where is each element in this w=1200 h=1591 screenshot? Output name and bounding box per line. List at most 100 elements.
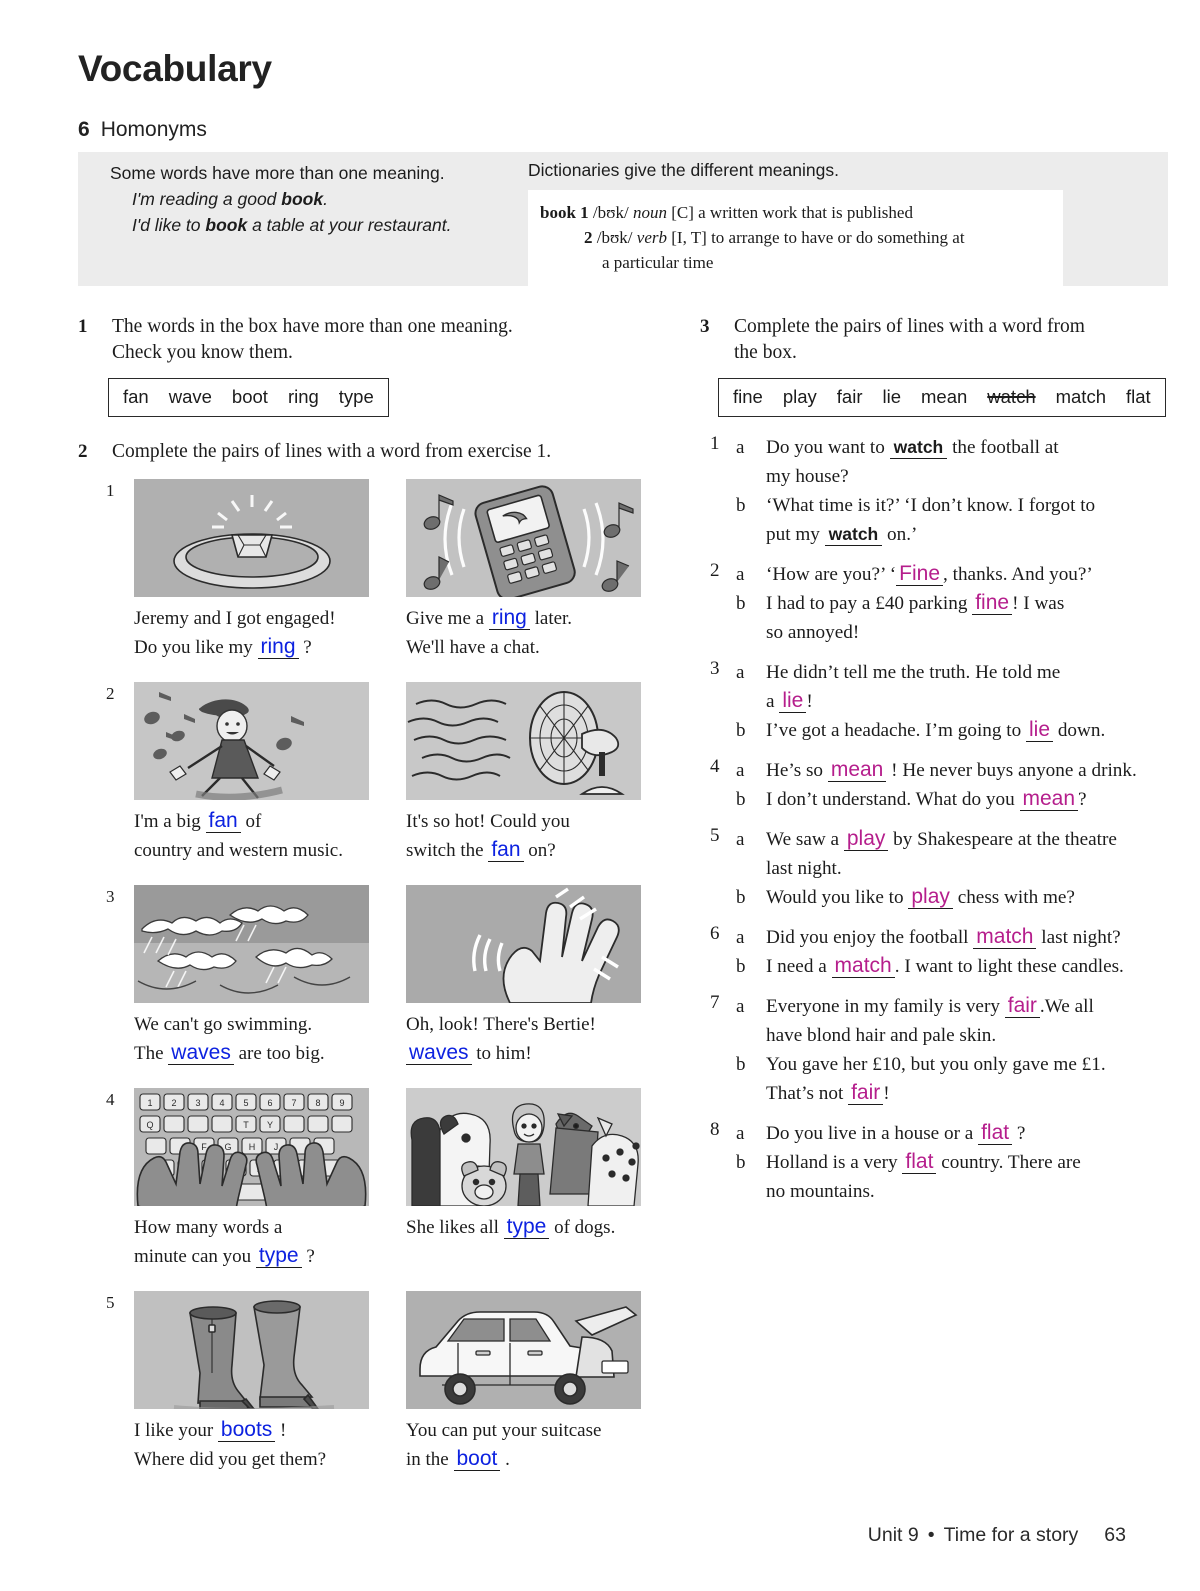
word-bank-item-used[interactable]: watch (987, 386, 1035, 407)
sentence-pre: I don’t understand. What do you (766, 789, 1020, 810)
electric-fan-illustration (406, 682, 641, 800)
answer-blank[interactable]: play (843, 828, 889, 851)
word-bank-item[interactable]: match (1056, 386, 1106, 407)
answer-blank[interactable]: boot (453, 1448, 501, 1471)
presentation-band: Some words have more than one meaning. I… (78, 152, 1168, 287)
picture-caption: Give me a ring later. We'll have a chat. (406, 604, 641, 662)
footer-unit-title: Time for a story (943, 1524, 1079, 1546)
answer-blank[interactable]: waves (406, 1042, 472, 1065)
sentence-post: .We all (1039, 996, 1094, 1017)
caption-line-2-pre: minute can you (134, 1246, 256, 1267)
word-bank-item[interactable]: fair (837, 386, 863, 407)
sentence-line-2: my house? (766, 466, 849, 487)
exercise-3-instruction-line-2: the box. (734, 342, 797, 363)
answer-blank[interactable]: mean (1019, 788, 1079, 811)
question-letter: a (736, 564, 745, 585)
picture-cell: Give me a ring later. We'll have a chat. (406, 479, 641, 662)
example-2-keyword: book (205, 215, 248, 235)
exercise-3-number: 3 (700, 316, 710, 337)
sentence-post: ? (1078, 789, 1087, 810)
exercise-1-instruction-line-1: The words in the box have more than one … (112, 316, 513, 337)
question-line-b: b I need a match. I want to light these … (700, 952, 1180, 981)
svg-text:Q: Q (146, 1120, 153, 1130)
word-bank-item[interactable]: type (339, 386, 374, 407)
word-bank-item[interactable]: flat (1126, 386, 1151, 407)
question-line-b: b Would you like to play chess with me? (700, 883, 1180, 912)
sense-2-ipa: /bʊk/ (596, 228, 633, 247)
svg-text:7: 7 (291, 1098, 296, 1108)
answer-blank[interactable]: flat (978, 1122, 1013, 1145)
answer-blank[interactable]: lie (779, 690, 807, 713)
svg-text:2: 2 (171, 1098, 176, 1108)
sentence-pre: ‘How are you?’ ‘ (766, 564, 897, 585)
caption-line-1: Jeremy and I got engaged! (134, 608, 336, 629)
svg-text:H: H (249, 1142, 256, 1152)
answer-blank[interactable]: flat (902, 1151, 937, 1174)
caption-line-1-post: of (240, 811, 262, 832)
sense-1-ipa: /bʊk/ (592, 203, 629, 222)
picture-row: 1 Jeremy and I got engaged! Do you like … (78, 479, 658, 682)
answer-blank[interactable]: fan (205, 810, 241, 833)
picture-row-number: 3 (106, 887, 115, 906)
caption-line-2-post: are too big. (233, 1043, 325, 1064)
answer-blank[interactable]: play (908, 886, 953, 909)
caption-line-2-post: . (500, 1449, 510, 1470)
answer-blank[interactable]: ring (257, 636, 299, 659)
answer-blank[interactable]: type (503, 1216, 550, 1239)
picture-caption: Oh, look! There's Bertie! waves to him! (406, 1010, 641, 1068)
answer-blank[interactable]: ring (488, 607, 530, 630)
word-bank-item[interactable]: fine (733, 386, 763, 407)
question-letter: a (736, 662, 745, 683)
answer-blank[interactable]: lie (1026, 719, 1054, 742)
answer-blank[interactable]: fan (488, 839, 524, 862)
picture-caption: How many words a minute can you type ? (134, 1213, 369, 1271)
caption-line-1-pre: She likes all (406, 1217, 504, 1238)
ringing-mobile-phone-illustration (406, 479, 641, 597)
answer-blank[interactable]: type (255, 1245, 302, 1268)
sentence-pre: Do you want to (766, 437, 890, 458)
picture-row-number: 2 (106, 684, 115, 703)
exercise-3-word-bank: fine play fair lie mean watch match flat (718, 378, 1166, 417)
question-line-b: b You gave her £10, but you only gave me… (700, 1050, 1180, 1108)
word-bank-item[interactable]: wave (169, 386, 212, 407)
sentence-post: the football at (947, 437, 1059, 458)
question-letter: a (736, 996, 745, 1017)
sense-2-definition-cont: a particular time (602, 253, 714, 272)
picture-cell: 123456789 QTY FGHJ BN (134, 1088, 369, 1271)
sense-1-pos: noun (632, 203, 667, 222)
question-line-a: a Do you want to watch the football at m… (700, 433, 1180, 491)
answer-blank[interactable]: match (973, 926, 1037, 949)
word-bank-item[interactable]: ring (288, 386, 319, 407)
caption-line-1: You can put your suitcase (406, 1420, 602, 1441)
question-letter: b (736, 495, 746, 516)
answer-blank[interactable]: mean (827, 759, 887, 782)
answer-blank[interactable]: boots (217, 1419, 276, 1442)
picture-row: 5 I like your boots ! Where did you get … (78, 1291, 658, 1494)
sentence-post: last night? (1036, 927, 1121, 948)
svg-text:4: 4 (219, 1098, 224, 1108)
answer-blank[interactable]: match (831, 955, 895, 978)
picture-caption: Jeremy and I got engaged! Do you like my… (134, 604, 369, 662)
question-letter: a (736, 927, 745, 948)
word-bank-item[interactable]: play (783, 386, 817, 407)
answer-blank[interactable]: fair (1004, 995, 1040, 1018)
dictionary-section: Dictionaries give the different meanings… (528, 160, 1138, 287)
question-line-b: b ‘What time is it?’ ‘I don’t know. I fo… (700, 491, 1180, 549)
word-bank-item[interactable]: fan (123, 386, 149, 407)
printed-answer: watch (889, 438, 948, 459)
exercise-1: 1 The words in the box have more than on… (78, 314, 658, 417)
word-bank-item[interactable]: lie (882, 386, 901, 407)
word-bank-item[interactable]: mean (921, 386, 967, 407)
answer-blank[interactable]: fair (848, 1082, 884, 1105)
sentence-pre: Did you enjoy the football (766, 927, 974, 948)
answer-blank[interactable]: fine (972, 592, 1013, 615)
svg-text:T: T (243, 1120, 249, 1130)
word-bank-item[interactable]: boot (232, 386, 268, 407)
answer-blank[interactable]: waves (168, 1042, 234, 1065)
answer-blank[interactable]: Fine (896, 563, 944, 586)
exercise-3: 3 Complete the pairs of lines with a wor… (700, 314, 1180, 1206)
question-group: 4 a He’s so mean ! He never buys anyone … (700, 756, 1180, 814)
picture-row-number: 5 (106, 1293, 115, 1312)
footer-page-number: 63 (1104, 1524, 1126, 1546)
picture-cell: Oh, look! There's Bertie! waves to him! (406, 885, 641, 1068)
